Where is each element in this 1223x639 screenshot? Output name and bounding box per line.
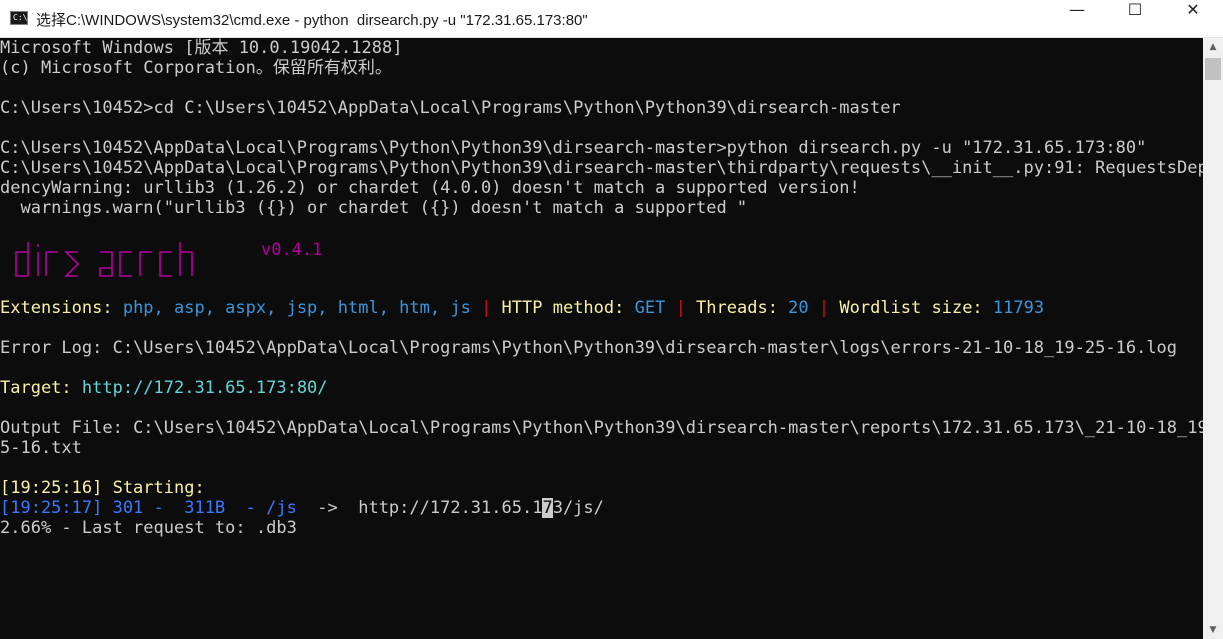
title-bar: C:\ 选择C:\WINDOWS\system32\cmd.exe - pyth… <box>0 0 1223 38</box>
separator: | <box>470 298 502 318</box>
output-label: Output File: <box>0 418 134 438</box>
close-button[interactable]: ✕ <box>1164 0 1222 38</box>
target-value: http://172.31.65.173:80/ <box>81 378 328 398</box>
target-label: Target: <box>0 378 82 398</box>
minimize-button[interactable]: — <box>1048 0 1106 38</box>
separator: | <box>665 298 697 318</box>
extensions-line: Extensions: php, asp, aspx, jsp, html, h… <box>0 298 1044 318</box>
method-label: HTTP method: <box>501 298 635 318</box>
dirsearch-logo <box>15 242 193 277</box>
window-title: 选择C:\WINDOWS\system32\cmd.exe - python d… <box>36 12 588 29</box>
console-line: C:\Users\10452\AppData\Local\Programs\Py… <box>0 158 1203 178</box>
method-value: GET <box>634 298 666 318</box>
console-output[interactable]: Microsoft Windows [版本 10.0.19042.1288] (… <box>0 38 1203 639</box>
threads-label: Threads: <box>696 298 789 318</box>
errorlog-label: Error Log: <box>0 338 113 358</box>
text-cursor: 7 <box>542 498 553 518</box>
console-line: dencyWarning: urllib3 (1.26.2) or charde… <box>0 178 860 198</box>
console-line: C:\Users\10452>cd C:\Users\10452\AppData… <box>0 98 901 118</box>
maximize-button[interactable]: ☐ <box>1106 0 1164 38</box>
output-line: Output File: C:\Users\10452\AppData\Loca… <box>0 418 1203 438</box>
wordlist-label: Wordlist size: <box>839 298 993 318</box>
scroll-down-arrow-icon[interactable]: ▼ <box>1203 621 1223 639</box>
separator: | <box>808 298 840 318</box>
start-line: [19:25:16] Starting: <box>0 478 205 498</box>
output-value: C:\Users\10452\AppData\Local\Programs\Py… <box>133 418 1203 438</box>
console-line: Microsoft Windows [版本 10.0.19042.1288] <box>0 38 403 58</box>
version-label: v0.4.1 <box>261 240 323 260</box>
errorlog-line: Error Log: C:\Users\10452\AppData\Local\… <box>0 338 1177 358</box>
errorlog-value: C:\Users\10452\AppData\Local\Programs\Py… <box>112 338 1178 358</box>
vertical-scrollbar[interactable]: ▲ ▼ <box>1203 38 1223 639</box>
result-line: [19:25:17] 301 - 311B - /js -> http://17… <box>0 498 604 518</box>
threads-value: 20 <box>788 298 809 318</box>
scroll-up-arrow-icon[interactable]: ▲ <box>1203 38 1223 56</box>
console-line: warnings.warn("urllib3 ({}) or chardet (… <box>0 198 748 218</box>
result-redirect: -> http://172.31.65.1 <box>317 498 543 518</box>
result-redirect-rest: 3/js/ <box>552 498 604 518</box>
output-line-cont: 5-16.txt <box>0 438 82 458</box>
extensions-label: Extensions: <box>0 298 123 318</box>
console-line: (c) Microsoft Corporation。保留所有权利。 <box>0 58 392 78</box>
progress-line: 2.66% - Last request to: .db3 <box>0 518 297 538</box>
cmd-icon[interactable]: C:\ <box>10 11 28 25</box>
extensions-value: php, asp, aspx, jsp, html, htm, js <box>122 298 471 318</box>
scroll-thumb[interactable] <box>1205 58 1221 80</box>
console-line: C:\Users\10452\AppData\Local\Programs\Py… <box>0 138 1147 158</box>
result-status: [19:25:17] 301 - 311B - /js <box>0 498 318 518</box>
wordlist-value: 11793 <box>992 298 1045 318</box>
target-line: Target: http://172.31.65.173:80/ <box>0 378 328 398</box>
